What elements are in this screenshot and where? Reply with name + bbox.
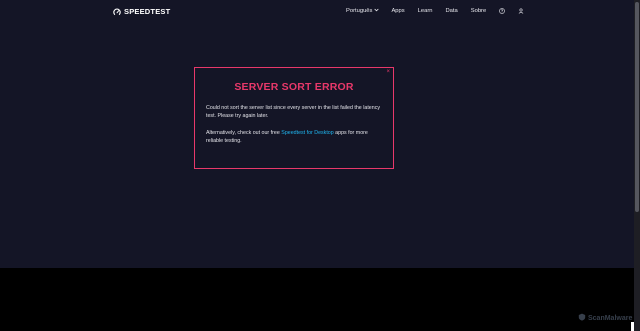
nav-data[interactable]: Data <box>445 8 457 14</box>
error-dialog: × SERVER SORT ERROR Could not sort the s… <box>194 67 394 169</box>
language-selector[interactable]: Português <box>346 8 380 14</box>
language-label: Português <box>346 8 373 14</box>
speedometer-logo-icon <box>113 8 121 16</box>
scanmalware-logo-icon <box>578 313 586 323</box>
page-footer-area <box>0 268 634 331</box>
brand-name: SPEEDTEST <box>124 7 171 16</box>
user-icon[interactable] <box>518 8 524 14</box>
chevron-down-icon <box>374 8 380 14</box>
vertical-scrollbar[interactable] <box>634 0 640 331</box>
nav-about[interactable]: Sobre <box>471 8 486 14</box>
scanmalware-watermark: ScanMalware <box>578 313 632 323</box>
nav-apps[interactable]: Apps <box>391 8 404 14</box>
scrollbar-thumb[interactable] <box>635 2 639 212</box>
speedtest-logo[interactable]: SPEEDTEST <box>113 7 170 16</box>
main-nav: Português Apps Learn Data Sobre <box>346 8 524 14</box>
nav-learn[interactable]: Learn <box>418 8 433 14</box>
alternative-text-before: Alternatively, check out our free <box>206 130 282 136</box>
desktop-app-link[interactable]: Speedtest for Desktop <box>281 130 333 136</box>
help-icon[interactable] <box>499 8 506 14</box>
site-header: SPEEDTEST Português Apps Learn Data Sobr… <box>0 0 634 25</box>
watermark-text: ScanMalware <box>588 314 633 322</box>
error-message: Could not sort the server list since eve… <box>206 105 380 120</box>
browser-viewport: SPEEDTEST Português Apps Learn Data Sobr… <box>0 0 640 331</box>
dialog-title: SERVER SORT ERROR <box>234 81 354 93</box>
close-icon[interactable]: × <box>386 69 390 75</box>
alternative-message: Alternatively, check out our free Speedt… <box>206 129 386 146</box>
page-background: SPEEDTEST Português Apps Learn Data Sobr… <box>0 0 634 268</box>
